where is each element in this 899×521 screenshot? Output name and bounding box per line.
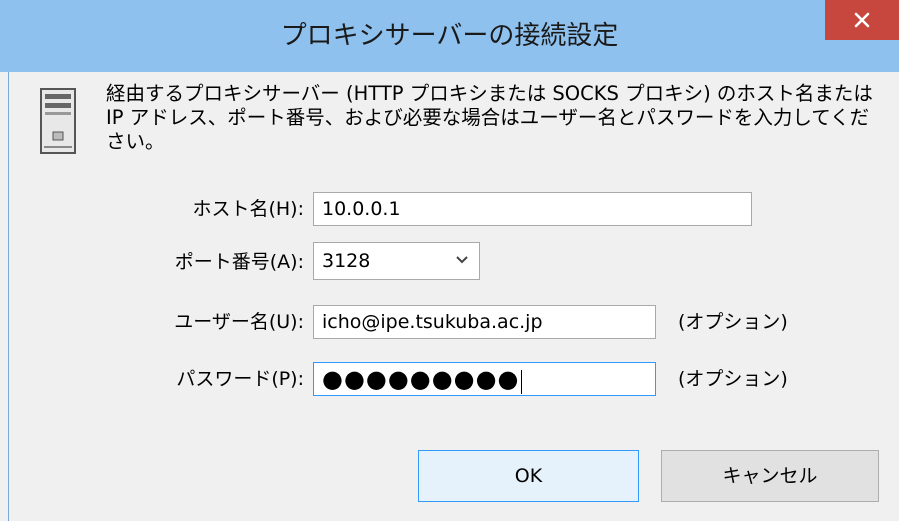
port-combobox[interactable]: 3128: [313, 242, 480, 280]
proxy-settings-dialog: プロキシサーバーの接続設定 経由するプロキシサーバー (HTTP プロキシまたは…: [0, 0, 899, 521]
password-mask: ●●●●●●●●●: [322, 365, 520, 393]
server-icon: [40, 88, 76, 154]
chevron-down-icon[interactable]: [455, 255, 469, 265]
close-button[interactable]: [825, 0, 899, 40]
password-label: パスワード(P):: [176, 368, 304, 390]
user-input[interactable]: icho@ipe.tsukuba.ac.jp: [313, 305, 656, 339]
user-optional-note: (オプション): [678, 311, 788, 333]
port-label: ポート番号(A):: [174, 251, 304, 273]
cancel-button[interactable]: キャンセル: [661, 450, 879, 502]
port-value: 3128: [322, 250, 371, 272]
close-icon: [854, 12, 870, 28]
text-caret: [521, 369, 523, 394]
host-input[interactable]: 10.0.0.1: [313, 192, 752, 226]
title-bar[interactable]: プロキシサーバーの接続設定: [0, 0, 899, 72]
instruction-text: 経由するプロキシサーバー (HTTP プロキシまたは SOCKS プロキシ) の…: [106, 82, 873, 153]
ok-button[interactable]: OK: [418, 450, 639, 502]
password-optional-note: (オプション): [678, 368, 788, 390]
user-label: ユーザー名(U):: [174, 311, 304, 333]
window-title: プロキシサーバーの接続設定: [280, 21, 619, 51]
password-input[interactable]: ●●●●●●●●●: [313, 362, 656, 396]
host-label: ホスト名(H):: [192, 198, 304, 220]
